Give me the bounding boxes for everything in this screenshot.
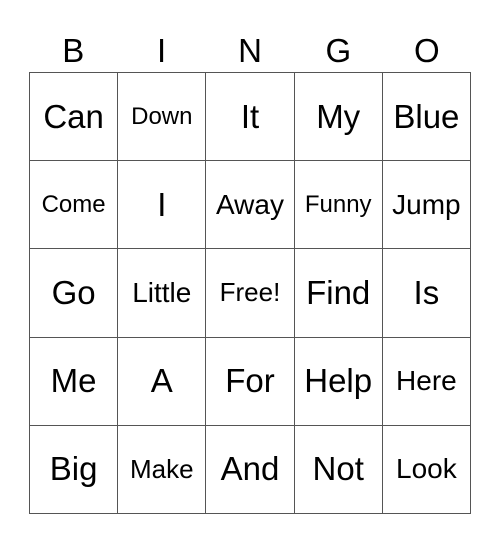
bingo-cell[interactable]: Jump (382, 161, 471, 250)
header-letter-g: G (325, 32, 352, 69)
bingo-cell[interactable]: Come (30, 161, 119, 250)
bingo-cell[interactable]: Not (294, 425, 383, 514)
header-letter-o: O (413, 32, 440, 69)
bingo-cell[interactable]: For (206, 337, 295, 426)
bingo-cell[interactable]: Look (382, 425, 471, 514)
bingo-cell[interactable]: Find (294, 249, 383, 338)
bingo-cell[interactable]: Big (30, 425, 119, 514)
bingo-cell[interactable]: I (118, 161, 207, 250)
bingo-cell[interactable]: Make (118, 425, 207, 514)
bingo-cell[interactable]: Go (30, 249, 119, 338)
header-letter-n: N (238, 32, 262, 69)
bingo-cell[interactable]: Down (118, 73, 207, 162)
bingo-cell[interactable]: And (206, 425, 295, 514)
bingo-cell[interactable]: Little (118, 249, 207, 338)
bingo-cell[interactable]: A (118, 337, 207, 426)
bingo-cell[interactable]: Can (30, 73, 119, 162)
free-space-cell[interactable]: Free! (206, 249, 295, 338)
bingo-card-grid: Can Down It My Blue Come I Away Funny Ju… (29, 72, 471, 514)
bingo-header: B I N G O (29, 30, 471, 72)
bingo-cell[interactable]: Is (382, 249, 471, 338)
bingo-cell[interactable]: Help (294, 337, 383, 426)
header-letter-b: B (62, 32, 85, 69)
bingo-cell[interactable]: My (294, 73, 383, 162)
bingo-cell[interactable]: It (206, 73, 295, 162)
bingo-cell[interactable]: Here (382, 337, 471, 426)
bingo-cell[interactable]: Blue (382, 73, 471, 162)
header-letter-i: I (157, 32, 167, 69)
bingo-cell[interactable]: Me (30, 337, 119, 426)
bingo-cell[interactable]: Funny (294, 161, 383, 250)
bingo-cell[interactable]: Away (206, 161, 295, 250)
